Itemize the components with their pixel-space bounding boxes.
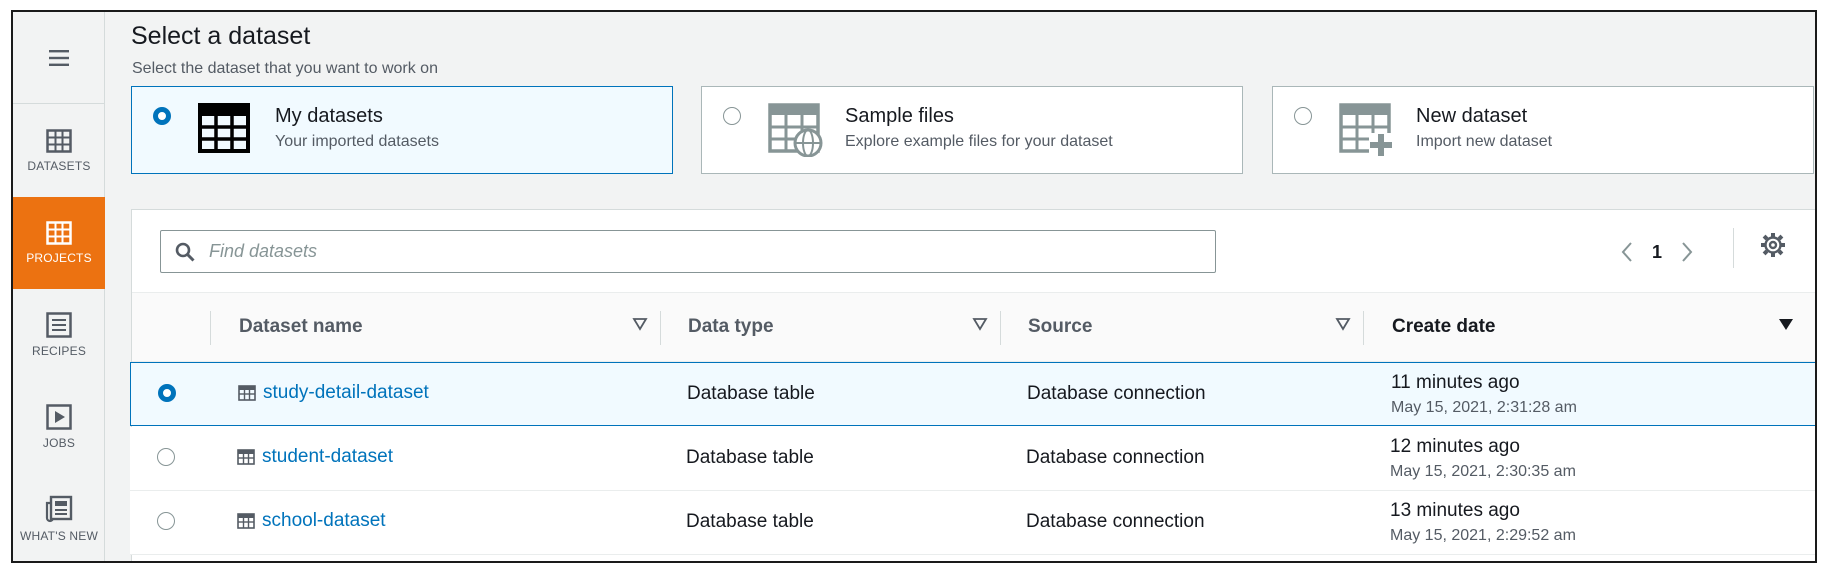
next-page-button[interactable] — [1672, 234, 1702, 270]
data-type-cell: Database table — [686, 511, 814, 532]
create-date-absolute: May 15, 2021, 2:31:28 am — [1391, 399, 1577, 416]
table-header: Dataset name Data type Source Create dat… — [132, 292, 1815, 362]
data-type-cell: Database table — [686, 447, 814, 468]
search-input[interactable] — [209, 231, 1199, 272]
sidebar-item-label: JOBS — [42, 436, 76, 450]
tile-title: Sample files — [845, 105, 954, 127]
tile-new-dataset[interactable]: New dataset Import new dataset — [1272, 86, 1814, 174]
dataset-name-link[interactable]: school-dataset — [237, 510, 386, 532]
column-divider — [660, 311, 661, 345]
sidebar-item-label: WHAT'S NEW — [19, 529, 99, 543]
table-plus-icon — [1339, 103, 1393, 157]
table-settings-button[interactable] — [1760, 232, 1788, 260]
sidebar: DATASETS PROJECTS RECIPES JOBS WHAT'S NE… — [13, 12, 105, 561]
sidebar-item-jobs[interactable]: JOBS — [13, 381, 105, 473]
table-row[interactable]: student-dataset Database table Database … — [130, 427, 1815, 491]
pagination-divider — [1733, 228, 1734, 268]
create-date-absolute: May 15, 2021, 2:29:52 am — [1390, 527, 1576, 544]
create-date-relative: 11 minutes ago — [1391, 372, 1520, 393]
sort-descending-icon[interactable] — [1778, 317, 1794, 331]
column-divider — [210, 311, 211, 345]
table-globe-icon — [768, 103, 823, 157]
table-icon — [237, 513, 255, 529]
sidebar-item-label: RECIPES — [31, 344, 87, 358]
current-page-number[interactable]: 1 — [1642, 242, 1672, 263]
recipes-list-icon — [46, 312, 72, 338]
search-icon — [175, 242, 195, 262]
create-date-relative: 12 minutes ago — [1390, 436, 1520, 457]
sidebar-item-datasets[interactable]: DATASETS — [13, 105, 105, 197]
create-date-relative: 13 minutes ago — [1390, 500, 1520, 521]
gear-icon — [1761, 233, 1785, 257]
sidebar-item-whats-new[interactable]: WHAT'S NEW — [13, 473, 105, 561]
sidebar-item-recipes[interactable]: RECIPES — [13, 289, 105, 381]
column-header-source[interactable]: Source — [1028, 293, 1092, 361]
dataset-name-text: student-dataset — [262, 446, 393, 467]
column-header-data-type[interactable]: Data type — [688, 293, 774, 361]
dataset-name-link[interactable]: student-dataset — [237, 446, 393, 468]
dataset-name-text: school-dataset — [262, 510, 386, 531]
sort-caret-icon[interactable] — [632, 317, 648, 331]
data-type-cell: Database table — [687, 383, 815, 404]
column-header-create-date[interactable]: Create date — [1392, 293, 1496, 361]
tile-title: New dataset — [1416, 105, 1528, 127]
hamburger-menu-icon — [49, 49, 69, 66]
source-cell: Database connection — [1027, 383, 1206, 404]
tile-title: My datasets — [275, 105, 383, 127]
page-title: Select a dataset — [131, 22, 311, 50]
datasets-table-panel: 1 — [130, 209, 1815, 561]
tile-my-datasets[interactable]: My datasets Your imported datasets — [131, 86, 673, 174]
dataset-name-link[interactable]: study-detail-dataset — [238, 382, 429, 404]
table-icon — [237, 449, 255, 465]
tile-description: Your imported datasets — [275, 133, 439, 150]
page-subtitle: Select the dataset that you want to work… — [132, 60, 438, 77]
projects-grid-icon — [46, 221, 72, 245]
table-row[interactable]: school-dataset Database table Database c… — [130, 491, 1815, 555]
jobs-play-icon — [46, 404, 72, 430]
menu-button[interactable] — [13, 12, 105, 104]
tile-radio[interactable] — [1294, 107, 1312, 125]
previous-page-button[interactable] — [1612, 234, 1642, 270]
source-cell: Database connection — [1026, 511, 1205, 532]
create-date-absolute: May 15, 2021, 2:30:35 am — [1390, 463, 1576, 480]
datasets-grid-icon — [46, 129, 72, 153]
column-header-dataset-name[interactable]: Dataset name — [239, 293, 363, 361]
column-divider — [1000, 311, 1001, 345]
tile-radio[interactable] — [153, 107, 171, 125]
row-radio[interactable] — [157, 448, 175, 466]
tile-description: Import new dataset — [1416, 133, 1553, 150]
column-divider — [1363, 311, 1364, 345]
source-cell: Database connection — [1026, 447, 1205, 468]
tile-sample-files[interactable]: Sample files Explore example files for y… — [701, 86, 1243, 174]
whats-new-newspaper-icon — [45, 495, 73, 523]
chevron-right-icon — [1682, 242, 1693, 262]
row-radio[interactable] — [158, 384, 176, 402]
sidebar-item-projects[interactable]: PROJECTS — [13, 197, 105, 289]
table-icon — [238, 385, 256, 401]
chevron-left-icon — [1621, 242, 1632, 262]
tile-radio[interactable] — [723, 107, 741, 125]
pagination: 1 — [1612, 234, 1702, 270]
sidebar-item-label: PROJECTS — [26, 251, 92, 265]
sidebar-item-label: DATASETS — [27, 159, 91, 173]
tile-description: Explore example files for your dataset — [845, 133, 1113, 150]
table-icon — [198, 103, 250, 153]
table-row[interactable]: study-detail-dataset Database table Data… — [130, 362, 1815, 426]
sort-caret-icon[interactable] — [1335, 317, 1351, 331]
dataset-name-text: study-detail-dataset — [263, 382, 429, 403]
row-radio[interactable] — [157, 512, 175, 530]
search-box[interactable] — [160, 230, 1216, 273]
app-frame: DATASETS PROJECTS RECIPES JOBS WHAT'S NE… — [11, 10, 1817, 563]
sort-caret-icon[interactable] — [972, 317, 988, 331]
